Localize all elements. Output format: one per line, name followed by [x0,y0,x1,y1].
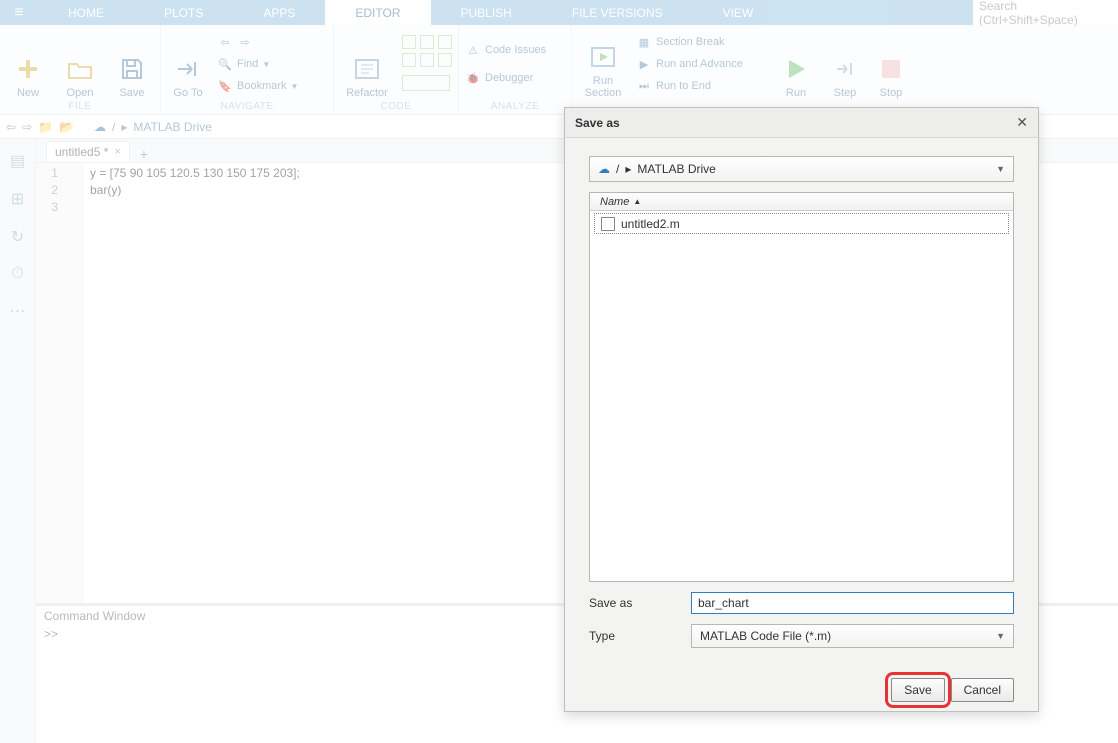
file-list-header[interactable]: Name ▲ [590,193,1013,211]
modal-path-selector[interactable]: ☁ / ▸ MATLAB Drive ▼ [589,156,1014,182]
modal-path-root: / [616,162,619,176]
type-label: Type [589,629,679,643]
type-row: Type MATLAB Code File (*.m) ▼ [589,624,1014,648]
save-button[interactable]: Save [891,678,944,702]
cloud-icon: ☁ [598,162,610,176]
type-value: MATLAB Code File (*.m) [700,629,831,643]
file-name: untitled2.m [621,217,680,231]
modal-path-drive: MATLAB Drive [637,162,715,176]
modal-title-text: Save as [575,116,620,130]
chevron-down-icon: ▼ [996,631,1005,641]
path-sep-icon: ▸ [625,162,631,176]
modal-titlebar: Save as ✕ [565,108,1038,138]
file-list: Name ▲ untitled2.m [589,192,1014,582]
saveas-row: Save as [589,592,1014,614]
modal-buttons: Save Cancel [589,678,1014,702]
close-icon[interactable]: ✕ [1016,114,1028,131]
sort-asc-icon: ▲ [633,197,641,206]
chevron-down-icon: ▼ [996,164,1005,174]
save-as-dialog: Save as ✕ ☁ / ▸ MATLAB Drive ▼ Name ▲ un… [564,107,1039,712]
filename-input[interactable] [691,592,1014,614]
cancel-button[interactable]: Cancel [951,678,1014,702]
document-icon [601,217,615,231]
type-select[interactable]: MATLAB Code File (*.m) ▼ [691,624,1014,648]
file-row[interactable]: untitled2.m [594,213,1009,234]
saveas-label: Save as [589,596,679,610]
col-name-label: Name [600,196,629,208]
